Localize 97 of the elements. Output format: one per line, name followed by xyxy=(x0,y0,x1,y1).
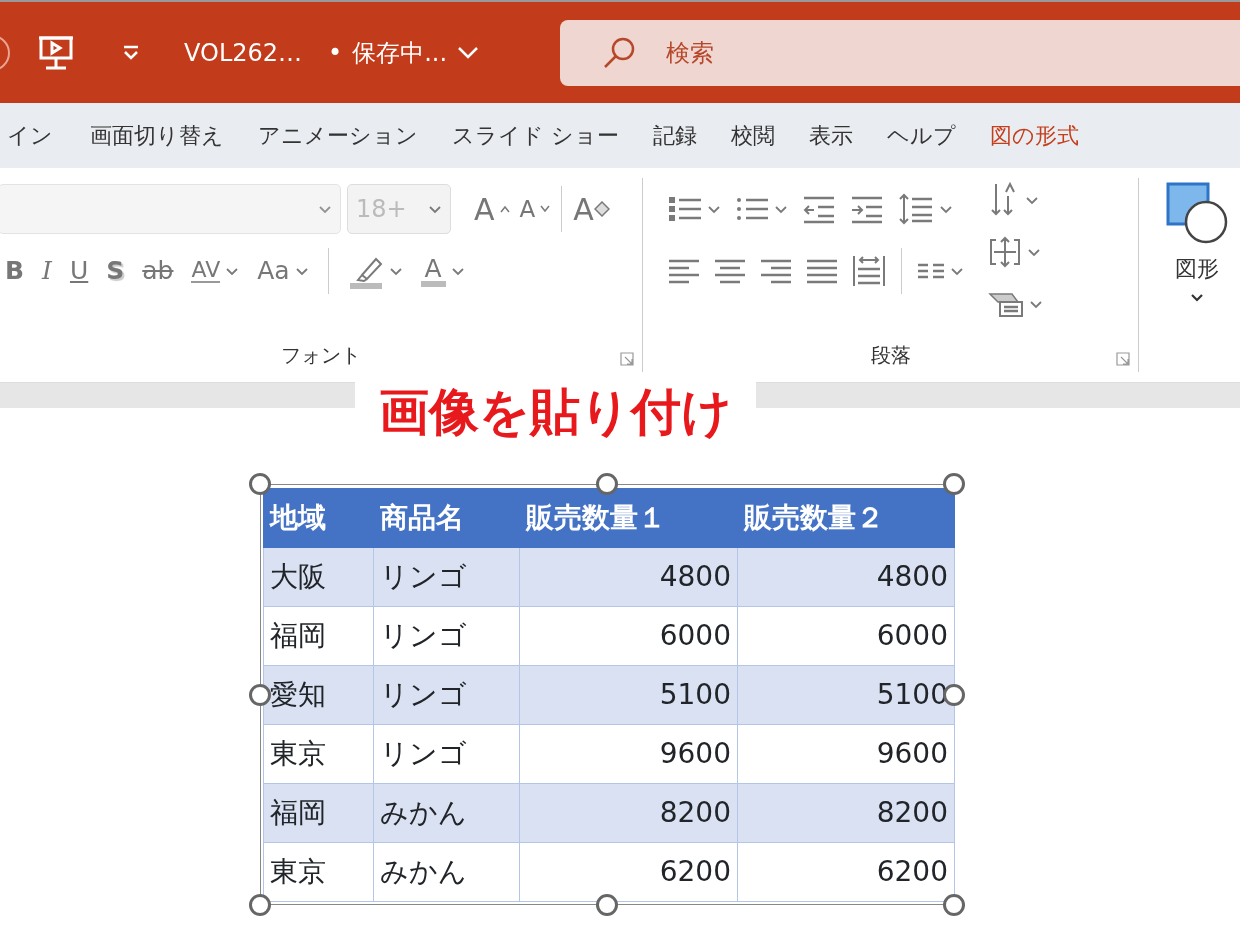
resize-handle[interactable] xyxy=(249,894,271,916)
ribbon-tab[interactable]: イン xyxy=(0,119,73,152)
resize-handle[interactable] xyxy=(249,684,271,706)
table-cell: 東京 xyxy=(263,724,374,784)
resize-handle[interactable] xyxy=(249,473,271,495)
grow-button[interactable]: A xyxy=(469,186,515,232)
file-name: VOL262… xyxy=(184,37,303,69)
ribbon-tab[interactable]: 表示 xyxy=(792,119,870,152)
chevron-down-icon xyxy=(225,266,240,276)
case-button[interactable]: Aa xyxy=(252,248,314,294)
bold-button[interactable]: B xyxy=(0,248,30,294)
shapes-button[interactable]: 図形 xyxy=(1161,182,1233,302)
list-icon xyxy=(668,194,702,224)
search-field[interactable]: 検索 xyxy=(560,20,1240,86)
ribbon-tab[interactable]: 画面切り替え xyxy=(73,119,241,152)
resize-handle[interactable] xyxy=(943,473,965,495)
table-cell: 6200 xyxy=(737,842,955,902)
separator-dot: • xyxy=(328,37,343,69)
table-cell: みかん xyxy=(373,783,520,843)
chevron-down-icon xyxy=(1025,195,1039,205)
table-cell: 6000 xyxy=(737,606,955,666)
justify-icon xyxy=(806,257,838,285)
strike-button[interactable]: ab xyxy=(137,248,179,294)
table-cell: みかん xyxy=(373,842,520,902)
table-cell: 大阪 xyxy=(263,547,374,607)
group-label: フォント xyxy=(280,342,362,369)
chevron-down-icon xyxy=(428,204,442,214)
caret-up-icon xyxy=(499,205,510,213)
chevron-down-icon xyxy=(450,266,465,276)
ribbon-tab[interactable]: スライド ショー xyxy=(435,119,636,152)
dialog-launcher-icon xyxy=(620,352,634,366)
chevron-down-icon xyxy=(950,266,964,276)
chevron-down-icon xyxy=(1029,299,1043,309)
underline-button[interactable]: U xyxy=(64,248,94,294)
table-cell: 6200 xyxy=(519,842,738,902)
line-spacing-icon xyxy=(898,193,934,225)
shrink-button[interactable]: A xyxy=(514,186,556,232)
eraser-icon xyxy=(593,201,610,217)
resize-handle[interactable] xyxy=(596,894,618,916)
column-header: 地域 xyxy=(263,488,374,548)
dropdown-icon xyxy=(122,44,140,61)
smartart-icon xyxy=(988,290,1024,318)
distribute-icon xyxy=(852,254,886,288)
caret-down-icon xyxy=(540,205,551,213)
indent-icon xyxy=(850,194,884,224)
save-status: 保存中... xyxy=(352,37,448,69)
table-cell: 愛知 xyxy=(263,665,374,725)
table-cell: 8200 xyxy=(737,783,955,843)
align-center-icon xyxy=(714,257,746,285)
column-header: 販売数量１ xyxy=(519,488,738,548)
outdent-icon xyxy=(802,194,836,224)
italic-button[interactable]: I xyxy=(37,248,57,294)
spacing-button[interactable]: AV xyxy=(186,248,245,294)
ribbon-tab[interactable]: 記録 xyxy=(636,119,714,152)
table-cell: 5100 xyxy=(737,665,955,725)
chevron-down-icon xyxy=(939,204,953,214)
table-cell: リンゴ xyxy=(373,606,520,666)
resize-handle[interactable] xyxy=(596,473,618,495)
presenter-icon xyxy=(38,34,74,71)
table-cell: 福岡 xyxy=(263,783,374,843)
chevron-down-icon xyxy=(318,204,332,214)
table-cell: 4800 xyxy=(519,547,738,607)
table-cell: 9600 xyxy=(737,724,955,784)
shapes-icon xyxy=(1166,182,1228,244)
chevron-down-icon xyxy=(388,266,403,276)
table-cell: リンゴ xyxy=(373,547,520,607)
align-left-icon xyxy=(668,257,700,285)
table-cell: 福岡 xyxy=(263,606,374,666)
chevron-down-icon xyxy=(294,266,309,276)
chevron-down-icon xyxy=(774,204,788,214)
table-cell: リンゴ xyxy=(373,724,520,784)
ribbon-tab[interactable]: アニメーション xyxy=(241,119,435,152)
clear-button[interactable]: A xyxy=(568,186,615,232)
table-cell: 8200 xyxy=(519,783,738,843)
group-label: 段落 xyxy=(869,342,912,369)
chevron-down-icon xyxy=(1190,293,1204,302)
table-cell: 9600 xyxy=(519,724,738,784)
column-header: 販売数量２ xyxy=(737,488,955,548)
chevron-down-icon xyxy=(707,204,721,214)
search-icon xyxy=(602,36,636,70)
ribbon-tab[interactable]: ヘルプ xyxy=(870,119,973,152)
color-button[interactable]: A xyxy=(415,248,470,294)
table-cell: 東京 xyxy=(263,842,374,902)
shadow-button[interactable]: S xyxy=(101,248,130,294)
dialog-launcher-icon xyxy=(1116,352,1130,366)
table-cell: 4800 xyxy=(737,547,955,607)
ribbon-tab[interactable]: 校閲 xyxy=(714,119,792,152)
column-header: 商品名 xyxy=(373,488,520,548)
resize-handle[interactable] xyxy=(943,894,965,916)
table-cell: リンゴ xyxy=(373,665,520,725)
chevron-down-icon xyxy=(1027,247,1041,257)
chevron-down-icon xyxy=(457,45,480,60)
ribbon-tab[interactable]: 図の形式 xyxy=(973,119,1096,152)
align-text-icon xyxy=(988,236,1022,268)
table-cell: 5100 xyxy=(519,665,738,725)
align-right-icon xyxy=(760,257,792,285)
table-cell: 6000 xyxy=(519,606,738,666)
